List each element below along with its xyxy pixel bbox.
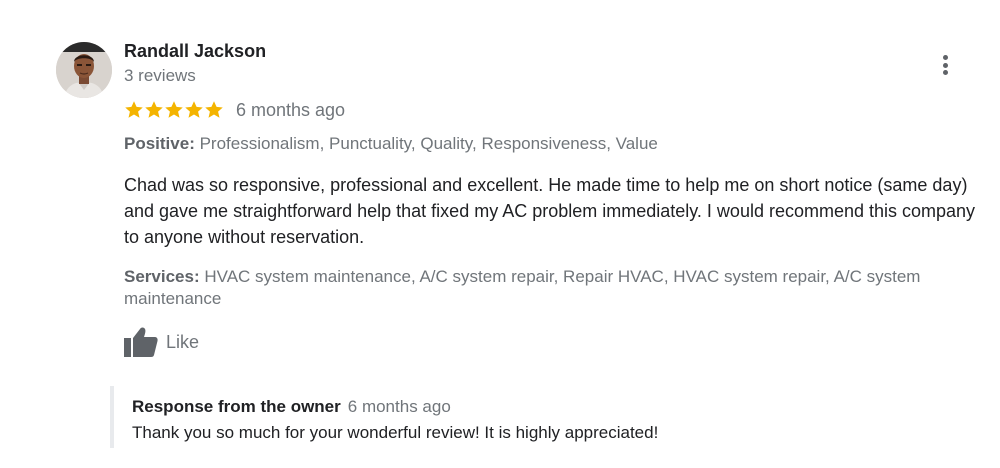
review-time: 6 months ago [236, 99, 346, 120]
owner-response: Response from the owner 6 months ago Tha… [110, 386, 970, 448]
owner-response-text: Thank you so much for your wonderful rev… [132, 423, 659, 442]
review-count: 3 reviews [124, 66, 196, 85]
avatar-photo-icon [56, 42, 112, 98]
owner-response-title: Response from the owner [132, 397, 341, 416]
star-icon [185, 101, 203, 118]
star-icon [125, 101, 143, 118]
star-icon [165, 101, 183, 118]
rating-row: 6 months ago [124, 98, 345, 122]
review-card: Randall Jackson 3 reviews 6 months ago P… [0, 0, 1000, 468]
services-label: Services: [124, 267, 200, 286]
like-label: Like [166, 331, 200, 352]
vertical-ellipsis-icon [942, 55, 948, 60]
star-icon [145, 101, 163, 118]
author-avatar[interactable] [56, 42, 112, 98]
ellipsis-dot [942, 62, 948, 68]
services-values: HVAC system maintenance, A/C system repa… [124, 267, 921, 308]
review-text: Chad was so responsive, professional and… [124, 175, 976, 247]
ellipsis-dot [942, 70, 948, 75]
services-attributes: Services: HVAC system maintenance, A/C s… [124, 266, 974, 310]
star-rating [124, 100, 224, 120]
thumbs-up-icon [124, 327, 158, 357]
more-options-button[interactable] [932, 50, 958, 80]
like-button[interactable]: Like [122, 326, 199, 358]
positive-label: Positive: [124, 134, 195, 153]
positive-attributes: Positive: Professionalism, Punctuality, … [124, 133, 974, 155]
star-icon [205, 101, 223, 118]
owner-response-header: Response from the owner 6 months ago [132, 397, 451, 417]
owner-response-time: 6 months ago [347, 397, 451, 416]
positive-values: Professionalism, Punctuality, Quality, R… [199, 134, 658, 153]
author-name[interactable]: Randall Jackson [124, 41, 266, 62]
